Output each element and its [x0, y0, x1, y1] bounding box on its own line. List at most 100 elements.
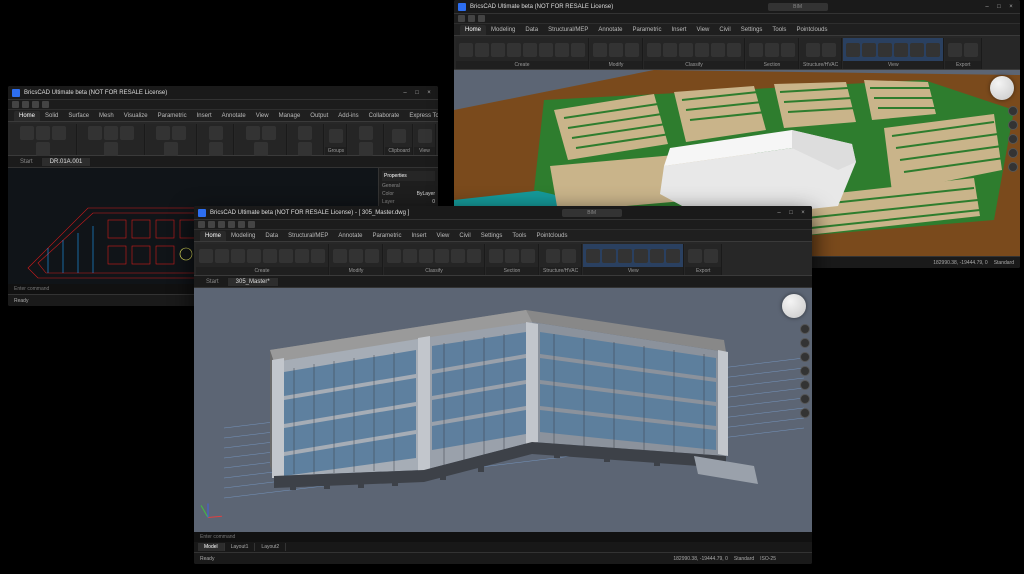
tool-curtain-wall[interactable] [555, 43, 569, 57]
tool-interior-elevations[interactable] [505, 249, 519, 263]
ribbon-tab-view[interactable]: View [251, 111, 274, 121]
tool-edit[interactable] [254, 142, 268, 156]
redo-icon[interactable] [32, 101, 39, 108]
pan-icon[interactable] [1008, 120, 1018, 130]
tool-classify[interactable] [647, 43, 661, 57]
ribbon-tab-insert[interactable]: Insert [192, 111, 217, 121]
close-button[interactable]: × [1006, 2, 1016, 12]
close-button[interactable]: × [798, 208, 808, 218]
ribbon-tab-collaborate[interactable]: Collaborate [364, 111, 405, 121]
tool-ifc[interactable] [688, 249, 702, 263]
tab-layout1[interactable]: Layout1 [225, 543, 256, 551]
plot-icon[interactable] [248, 221, 255, 228]
tab-document[interactable]: DR.01A.001 [42, 158, 92, 166]
ribbon-tab-structural-mep[interactable]: Structural/MEP [283, 231, 333, 241]
search-field[interactable]: BIM [768, 3, 828, 11]
tool-text[interactable] [156, 126, 170, 140]
ribbon-tab-tools[interactable]: Tools [767, 25, 791, 35]
tool-auto-parametrize[interactable] [711, 43, 725, 57]
tool-automatch[interactable] [663, 43, 677, 57]
maximize-button[interactable]: □ [786, 208, 796, 218]
tool-copy[interactable] [625, 43, 639, 57]
tool-measure[interactable] [359, 126, 373, 140]
tool-layerprop[interactable] [209, 142, 223, 156]
tool-export-to-ifc[interactable] [704, 249, 718, 263]
zoom-icon[interactable] [800, 352, 810, 362]
viewport-3d-building[interactable] [194, 288, 812, 532]
tool-compositions-and-links[interactable] [894, 43, 908, 57]
tool-reflected-ceiling-plan[interactable] [521, 249, 535, 263]
ribbon-tab-annotate[interactable]: Annotate [593, 25, 627, 35]
tool-copy[interactable] [365, 249, 379, 263]
tool-insert[interactable] [311, 249, 325, 263]
tool-trim[interactable] [104, 142, 118, 156]
tool-polysolid[interactable] [475, 43, 489, 57]
ribbon-tab-home[interactable]: Home [460, 25, 486, 35]
tool-propagate[interactable] [695, 43, 709, 57]
close-button[interactable]: × [424, 88, 434, 98]
tool-autoupdate[interactable] [679, 43, 693, 57]
tool-auto-parametrize[interactable] [451, 249, 465, 263]
tool-ifc[interactable] [948, 43, 962, 57]
tool-attach-spatial-location[interactable] [467, 249, 481, 263]
ribbon-tab-express-tools[interactable]: Express Tools [404, 111, 438, 121]
tool-compositions-and-links[interactable] [634, 249, 648, 263]
ribbon-tab-add-ins[interactable]: Add-ins [333, 111, 363, 121]
viewcube-icon[interactable] [990, 76, 1014, 100]
undo-icon[interactable] [22, 101, 29, 108]
tool-detail[interactable] [749, 43, 763, 57]
ribbon-tab-manage[interactable]: Manage [274, 111, 306, 121]
tool-detail[interactable] [489, 249, 503, 263]
tab-start[interactable]: Start [12, 158, 42, 166]
render-icon[interactable] [800, 408, 810, 418]
ribbon-tab-mesh[interactable]: Mesh [94, 111, 119, 121]
tool-classify[interactable] [387, 249, 401, 263]
tool-back-level-of-detail[interactable] [846, 43, 860, 57]
visualstyle-icon[interactable] [1008, 162, 1018, 172]
tool-structural[interactable] [806, 43, 820, 57]
tool-paste[interactable] [392, 129, 406, 143]
ribbon-tab-data[interactable]: Data [260, 231, 283, 241]
ribbon-tab-settings[interactable]: Settings [736, 25, 768, 35]
ribbon-tab-modeling[interactable]: Modeling [486, 25, 520, 35]
tool-autoupdate[interactable] [419, 249, 433, 263]
orbit-icon[interactable] [800, 324, 810, 334]
tool-attach-spatial-location[interactable] [727, 43, 741, 57]
tool-graphic-override[interactable] [926, 43, 940, 57]
tool-display-sides[interactable] [910, 43, 924, 57]
ribbon-tab-pointclouds[interactable]: Pointclouds [531, 231, 572, 241]
tool-quickdraw[interactable] [199, 249, 213, 263]
tool-level-of-detail[interactable] [862, 43, 876, 57]
maximize-button[interactable]: □ [994, 2, 1004, 12]
tool-drag[interactable] [333, 249, 347, 263]
ribbon-tab-view[interactable]: View [691, 25, 714, 35]
tool-hvac[interactable] [822, 43, 836, 57]
save-icon[interactable] [458, 15, 465, 22]
tool-box[interactable] [247, 249, 261, 263]
tool-polysolid[interactable] [215, 249, 229, 263]
tool-render-material[interactable] [618, 249, 632, 263]
tool-display-sides[interactable] [650, 249, 664, 263]
tab-document[interactable]: 305_Master* [228, 278, 279, 286]
plot-icon[interactable] [42, 101, 49, 108]
tool-line[interactable] [20, 126, 34, 140]
tool-back-level-of-detail[interactable] [586, 249, 600, 263]
command-line[interactable]: Enter command [194, 532, 812, 542]
tool-dim[interactable] [172, 126, 186, 140]
tool-curtain-wall[interactable] [295, 249, 309, 263]
ribbon-tab-insert[interactable]: Insert [406, 231, 431, 241]
save-icon[interactable] [218, 221, 225, 228]
tab-model[interactable]: Model [198, 543, 225, 551]
ribbon-tab-civil[interactable]: Civil [454, 231, 475, 241]
workspace-selector[interactable]: BIM [562, 209, 622, 217]
ribbon-tab-civil[interactable]: Civil [714, 25, 735, 35]
tool-render-material[interactable] [878, 43, 892, 57]
tool-circle[interactable] [52, 126, 66, 140]
ribbon-tab-output[interactable]: Output [305, 111, 333, 121]
visualstyle-icon[interactable] [800, 394, 810, 404]
tool-box[interactable] [507, 43, 521, 57]
ribbon-tab-visualize[interactable]: Visualize [119, 111, 153, 121]
tool-copy[interactable] [104, 126, 118, 140]
tab-start[interactable]: Start [198, 278, 228, 286]
tool-planar[interactable] [231, 249, 245, 263]
